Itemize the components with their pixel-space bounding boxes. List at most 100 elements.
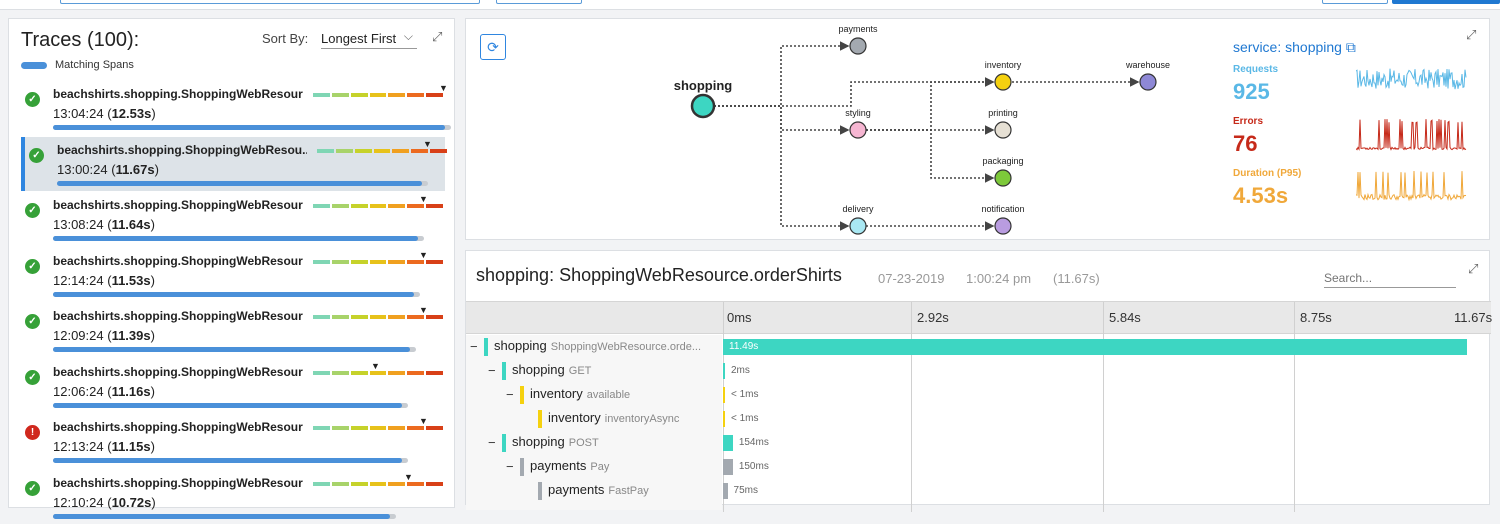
span-row[interactable]: − inventory available < 1ms: [466, 383, 1491, 407]
span-duration-label: < 1ms: [731, 413, 759, 424]
trace-row[interactable]: ! beachshirts.shopping.ShoppingWebResourc…: [21, 414, 445, 468]
service-node-warehouse[interactable]: [1139, 73, 1157, 91]
requests-label: Requests: [1233, 64, 1279, 75]
secondary-button-edge[interactable]: [1322, 0, 1388, 4]
trace-duration-bar: [53, 125, 445, 130]
heat-segment: [313, 481, 330, 486]
trace-row[interactable]: ✓ beachshirts.shopping.ShoppingWebResourc…: [21, 81, 451, 135]
heat-marker-icon: ▼: [419, 416, 428, 426]
span-row[interactable]: − shopping GET 2ms: [466, 359, 1491, 383]
span-duration-label: 11.49s: [729, 341, 759, 352]
span-operation: inventoryAsync: [604, 413, 680, 425]
service-node-label: styling: [845, 108, 871, 118]
collapse-icon[interactable]: −: [488, 435, 496, 450]
trace-time: 12:13:24 (11.15s): [53, 439, 155, 454]
heat-marker-icon: ▼: [404, 471, 413, 482]
service-color-marker: [484, 338, 488, 356]
heat-segment: [350, 426, 368, 430]
service-node-packaging[interactable]: [994, 169, 1012, 187]
span-duration-bar[interactable]: [723, 411, 725, 427]
span-operation: Pay: [590, 461, 610, 473]
service-color-marker: [520, 458, 524, 476]
check-circle-icon: ✓: [29, 147, 44, 163]
span-row[interactable]: inventory inventoryAsync < 1ms: [466, 407, 1491, 431]
check-circle-icon: ✓: [25, 203, 40, 218]
trace-time: 1:00:24 pm: [966, 271, 1032, 286]
span-duration-bar[interactable]: [723, 483, 728, 499]
span-row[interactable]: − shopping POST 154ms: [466, 431, 1491, 455]
heat-segment: [388, 315, 406, 319]
service-node-printing[interactable]: [994, 121, 1012, 139]
trace-duration: 11.16s: [111, 383, 151, 399]
service-color-marker: [502, 434, 506, 452]
error-icon: !: [25, 425, 40, 440]
sort-select-value: Longest First: [321, 31, 397, 46]
heat-segment: [350, 93, 368, 97]
check-circle-icon: ✓: [25, 480, 40, 496]
trace-row[interactable]: ✓ beachshirts.shopping.ShoppingWebResourc…: [21, 192, 445, 246]
heat-segment: [407, 315, 425, 319]
trace-time: 12:10:24 (10.72s): [53, 494, 156, 510]
expand-icon[interactable]: ⤢: [1468, 261, 1478, 277]
trace-duration-bar: [53, 458, 402, 463]
service-node-shopping[interactable]: [690, 93, 716, 119]
top-toolbar-strip: [0, 0, 1500, 10]
heat-marker-icon: ▼: [423, 138, 432, 149]
collapse-icon[interactable]: −: [506, 459, 514, 474]
heat-segment: [426, 426, 444, 430]
expand-icon[interactable]: ⤢: [432, 29, 442, 45]
trace-detail-title: shopping: ShoppingWebResource.orderShirt…: [476, 265, 842, 285]
span-service: shopping: [512, 434, 565, 449]
search-bar-edge[interactable]: [60, 0, 480, 4]
heat-segment: [407, 93, 425, 97]
heat-segment: [373, 148, 391, 153]
heat-segment: [331, 204, 349, 208]
span-duration-bar[interactable]: [723, 459, 733, 475]
trace-duration: 11.67s: [115, 161, 155, 177]
span-row[interactable]: payments FastPay 75ms: [466, 479, 1491, 503]
check-circle-icon: ✓: [25, 314, 40, 329]
span-operation: ShoppingWebResource.orde...: [550, 341, 702, 353]
expand-icon[interactable]: ⤢: [1466, 27, 1476, 43]
trace-duration: 11.39s: [111, 328, 151, 343]
service-edge: [714, 105, 850, 135]
span-duration-bar[interactable]: [723, 363, 725, 379]
service-title-link[interactable]: service: shopping ⧉: [1233, 39, 1356, 56]
span-duration-bar[interactable]: [723, 435, 733, 451]
filter-button-edge[interactable]: [496, 0, 582, 4]
trace-row[interactable]: ✓ beachshirts.shopping.ShoppingWebResourc…: [21, 303, 445, 357]
trace-duration: 10.72s: [111, 494, 152, 510]
collapse-icon[interactable]: −: [488, 363, 496, 378]
heat-segment: [350, 204, 368, 208]
span-search-input[interactable]: [1324, 267, 1456, 288]
span-duration-label: 2ms: [731, 365, 750, 376]
span-operation: POST: [568, 437, 599, 449]
heat-segment: [369, 204, 387, 208]
trace-row[interactable]: ✓ beachshirts.shopping.ShoppingWebResourc…: [21, 248, 445, 302]
trace-row[interactable]: ✓ beachshirts.shopping.ShoppingWebResourc…: [21, 470, 445, 524]
trace-row[interactable]: ✓ beachshirts.shopping.ShoppingWebResou..…: [21, 136, 448, 191]
span-label: inventory available: [530, 386, 630, 401]
service-node-delivery[interactable]: [849, 217, 867, 235]
span-row[interactable]: − shopping ShoppingWebResource.orde... 11.4…: [466, 335, 1491, 359]
span-label: payments Pay: [530, 458, 609, 473]
heat-segment: [426, 315, 444, 319]
trace-detail-panel: shopping: ShoppingWebResource.orderShirt…: [465, 250, 1492, 512]
service-node-styling[interactable]: [849, 121, 867, 139]
service-node-inventory[interactable]: [994, 73, 1012, 91]
collapse-icon[interactable]: −: [470, 339, 478, 354]
sort-select[interactable]: Longest First ⌵: [321, 27, 417, 49]
span-row[interactable]: − payments Pay 150ms: [466, 455, 1491, 479]
service-node-payments[interactable]: [849, 37, 867, 55]
check-circle-icon: ✓: [25, 258, 40, 274]
collapse-icon[interactable]: −: [506, 387, 514, 402]
span-duration-bar[interactable]: [723, 339, 1467, 355]
span-duration-label: 150ms: [738, 461, 769, 472]
heat-marker-icon: ▼: [439, 83, 448, 93]
trace-row[interactable]: ✓ beachshirts.shopping.ShoppingWebResourc…: [21, 359, 445, 413]
heat-segment: [317, 148, 334, 153]
service-node-notification[interactable]: [994, 217, 1012, 235]
primary-button-edge[interactable]: [1392, 0, 1500, 4]
span-duration-bar[interactable]: [723, 387, 725, 403]
heat-segment: [369, 370, 387, 375]
